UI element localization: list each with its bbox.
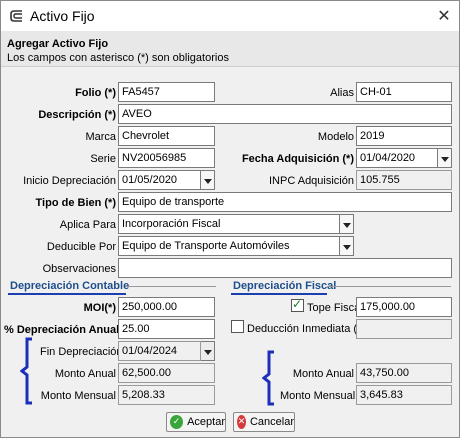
cancel-button-label: Cancelar <box>249 416 294 428</box>
cancel-icon: ✕ <box>237 415 246 429</box>
contable-divider <box>126 286 216 287</box>
descripcion-label: Descripción (*) <box>38 109 116 121</box>
descripcion-input[interactable]: AVEO <box>118 104 452 124</box>
marca-input[interactable]: Chevrolet <box>118 126 215 146</box>
pct-depreciacion-input[interactable]: 25.00 <box>118 319 215 339</box>
tope-fiscal-input[interactable]: 175,000.00 <box>356 297 452 317</box>
fin-depreciacion-value: 01/04/2024 <box>118 341 201 361</box>
alias-input[interactable]: CH-01 <box>356 82 452 102</box>
contable-monto-mensual-label: Monto Mensual <box>40 390 116 402</box>
contable-monto-anual-value: 62,500.00 <box>118 363 215 383</box>
inicio-depreciacion-label: Inicio Depreciación <box>23 175 116 187</box>
fin-depreciacion-dropdown-icon <box>201 341 215 361</box>
contable-brace <box>20 337 32 405</box>
fecha-adquisicion-dropdown-icon[interactable] <box>438 148 452 168</box>
marca-label: Marca <box>85 131 116 143</box>
pct-depreciacion-label: % Depreciación Anual (*) <box>4 324 134 336</box>
moi-label: MOI(*) <box>83 302 116 314</box>
inicio-depreciacion-input[interactable]: 01/05/2020 <box>118 170 201 190</box>
tipo-bien-input[interactable]: Equipo de transporte <box>118 192 452 212</box>
header-subtitle: Los campos con asterisco (*) son obligat… <box>7 52 229 64</box>
contable-underline <box>8 293 126 295</box>
fiscal-section-title: Depreciación Fiscal <box>233 280 337 292</box>
accept-button-label: Aceptar <box>187 416 225 428</box>
observaciones-input[interactable] <box>118 258 452 278</box>
fiscal-underline <box>231 293 327 295</box>
fiscal-monto-anual-value: 43,750.00 <box>356 363 452 383</box>
deducible-por-label: Deducible Por <box>46 241 116 253</box>
contable-monto-mensual-value: 5,208.33 <box>118 385 215 405</box>
modelo-input[interactable]: 2019 <box>356 126 452 146</box>
deduccion-inmediata-label: Deducción Inmediata (%) <box>247 323 371 335</box>
fiscal-monto-mensual-label: Monto Mensual <box>280 390 356 402</box>
close-icon[interactable]: ✕ <box>435 6 453 25</box>
fiscal-monto-mensual-value: 3,645.83 <box>356 385 452 405</box>
tipo-bien-label: Tipo de Bien (*) <box>35 197 116 209</box>
fin-depreciacion-label: Fin Depreciación <box>40 346 123 358</box>
inicio-depreciacion-dropdown-icon[interactable] <box>201 170 215 190</box>
cancel-button[interactable]: ✕ Cancelar <box>233 412 295 432</box>
folio-label: Folio (*) <box>75 87 116 99</box>
deducible-por-dropdown-icon[interactable] <box>340 236 354 256</box>
tope-fiscal-label: Tope Fiscal <box>307 302 363 314</box>
fecha-adquisicion-input[interactable]: 01/04/2020 <box>356 148 438 168</box>
header-title: Agregar Activo Fijo <box>7 38 109 50</box>
app-icon <box>10 10 22 22</box>
deducible-por-select[interactable]: Equipo de Transporte Automóviles <box>118 236 340 256</box>
aplica-para-dropdown-icon[interactable] <box>340 214 354 234</box>
inpc-adquisicion-value: 105.755 <box>356 170 452 190</box>
moi-input[interactable]: 250,000.00 <box>118 297 215 317</box>
aplica-para-label: Aplica Para <box>59 219 116 231</box>
observaciones-label: Observaciones <box>42 263 116 275</box>
inpc-adquisicion-label: INPC Adquisición <box>269 175 354 187</box>
fiscal-brace <box>262 350 274 406</box>
modelo-label: Modelo <box>317 131 354 143</box>
folio-input[interactable]: FA5457 <box>118 82 215 102</box>
check-icon: ✓ <box>170 415 184 429</box>
serie-label: Serie <box>90 153 116 165</box>
tope-fiscal-checkbox[interactable] <box>291 297 304 312</box>
title-bar: Activo Fijo ✕ <box>1 1 459 31</box>
alias-label: Alias <box>330 87 354 99</box>
fiscal-divider <box>327 286 451 287</box>
contable-monto-anual-label: Monto Anual <box>54 368 116 380</box>
fiscal-monto-anual-label: Monto Anual <box>292 368 354 380</box>
aplica-para-select[interactable]: Incorporación Fiscal <box>118 214 340 234</box>
header-band: Agregar Activo Fijo Los campos con aster… <box>1 31 459 67</box>
window-title: Activo Fijo <box>30 8 95 24</box>
fecha-adquisicion-label: Fecha Adquisición (*) <box>241 153 354 165</box>
accept-button[interactable]: ✓ Aceptar <box>166 412 226 432</box>
serie-input[interactable]: NV20056985 <box>118 148 215 168</box>
contable-section-title: Depreciación Contable <box>10 280 130 292</box>
deduccion-inmediata-checkbox[interactable] <box>231 320 244 333</box>
deduccion-inmediata-value <box>356 319 452 339</box>
